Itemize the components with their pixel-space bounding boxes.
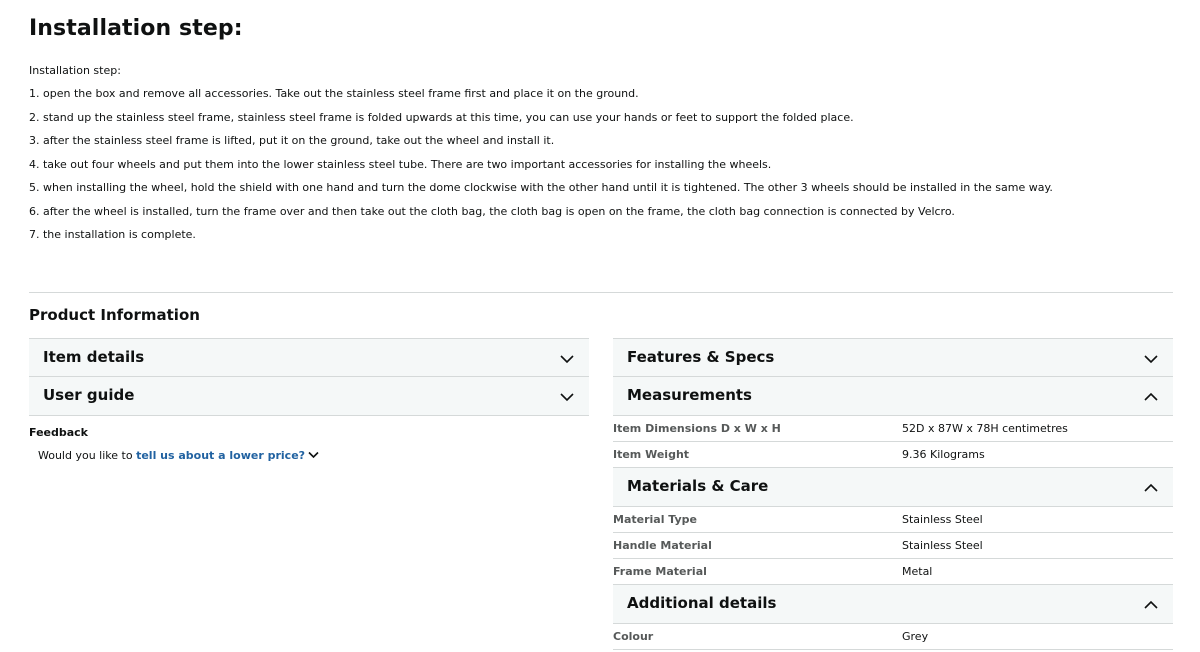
accordion-title: Features & Specs <box>627 348 775 366</box>
spec-label: Material Type <box>613 513 698 526</box>
spec-value: Stainless Steel <box>902 513 983 526</box>
step-5: 5. when installing the wheel, hold the s… <box>29 181 1053 194</box>
step-3: 3. after the stainless steel frame is li… <box>29 134 555 147</box>
spec-value: 52D x 87W x 78H centimetres <box>902 422 1068 435</box>
step-1: 1. open the box and remove all accessori… <box>29 87 639 100</box>
chevron-up-icon <box>1144 392 1158 401</box>
feedback-label: Feedback <box>29 426 88 439</box>
spec-value: Stainless Steel <box>902 539 983 552</box>
lower-price-link[interactable]: tell us about a lower price? <box>136 449 305 462</box>
spec-value: Grey <box>902 630 929 643</box>
step-2: 2. stand up the stainless steel frame, s… <box>29 111 854 124</box>
spec-value: 9.36 Kilograms <box>902 448 985 461</box>
feedback-prompt: Would you like to tell us about a lower … <box>38 449 319 462</box>
spec-row: Material Type Stainless Steel <box>613 507 1173 533</box>
chevron-up-icon <box>1144 483 1158 492</box>
accordion-title: User guide <box>43 386 135 404</box>
product-information-heading: Product Information <box>29 306 200 324</box>
accordion-user-guide[interactable]: User guide <box>29 376 589 416</box>
accordion-title: Measurements <box>627 386 752 404</box>
spec-row: Frame Material Metal <box>613 559 1173 585</box>
spec-label: Frame Material <box>613 565 707 578</box>
spec-row: Colour Grey <box>613 624 1173 650</box>
spec-value: Metal <box>902 565 933 578</box>
spec-label: Item Dimensions D x W x H <box>613 422 781 435</box>
spec-row: Item Dimensions D x W x H 52D x 87W x 78… <box>613 416 1173 442</box>
accordion-additional-details[interactable]: Additional details <box>613 584 1173 624</box>
chevron-up-icon <box>1144 600 1158 609</box>
spec-row: Item Weight 9.36 Kilograms <box>613 442 1173 468</box>
chevron-down-icon <box>560 393 574 402</box>
step-6: 6. after the wheel is installed, turn th… <box>29 205 955 218</box>
spec-row: Handle Material Stainless Steel <box>613 533 1173 559</box>
spec-label: Colour <box>613 630 654 643</box>
accordion-measurements[interactable]: Measurements <box>613 376 1173 416</box>
feedback-prefix: Would you like to <box>38 449 137 462</box>
section-divider <box>29 292 1173 293</box>
step-4: 4. take out four wheels and put them int… <box>29 158 772 171</box>
spec-label: Handle Material <box>613 539 712 552</box>
installation-subtitle: Installation step: <box>29 64 121 77</box>
accordion-title: Additional details <box>627 594 777 612</box>
accordion-features-specs[interactable]: Features & Specs <box>613 338 1173 377</box>
chevron-down-icon[interactable] <box>308 450 319 460</box>
accordion-title: Item details <box>43 348 145 366</box>
page-title: Installation step: <box>29 16 243 41</box>
accordion-materials-care[interactable]: Materials & Care <box>613 467 1173 507</box>
accordion-item-details[interactable]: Item details <box>29 338 589 377</box>
chevron-down-icon <box>1144 355 1158 364</box>
accordion-title: Materials & Care <box>627 477 769 495</box>
step-7: 7. the installation is complete. <box>29 228 196 241</box>
spec-label: Item Weight <box>613 448 690 461</box>
chevron-down-icon <box>560 355 574 364</box>
